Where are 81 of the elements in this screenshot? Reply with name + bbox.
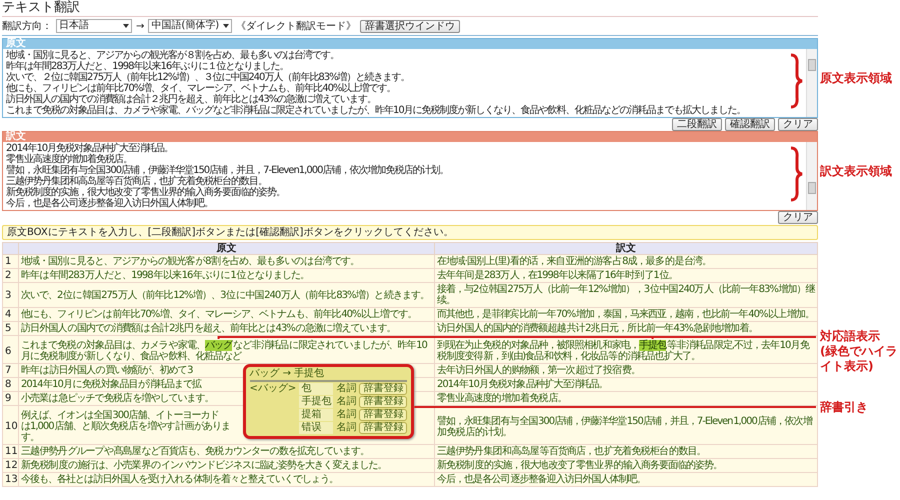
panel-header: 原文 — [3, 39, 817, 49]
cell-text: 去年 年间 是 283万 人，在1998年 以来 隔了16年 时 到 了1 位。 — [437, 270, 678, 281]
toolbar-button[interactable]: クリア — [778, 118, 818, 131]
callout-label: (緑色でハイライト表示) — [820, 344, 898, 374]
term-label: <バッグ> — [250, 383, 296, 394]
cell-text: 今后，也是 各公司 逐步整备迎入访日外国人体制吧。 — [437, 474, 646, 485]
curly-brace — [789, 146, 803, 202]
cell-text: 访日 外国人 的 国内的消费额 超越 共计 2兆 日元，所 比前一年 43% 急剧地 增加 着。 — [437, 323, 758, 334]
info-message: 原文BOXにテキストを入力し、[二段翻訳]ボタンまたは[確認翻訳]ボタンをクリックしてください。 — [2, 225, 818, 240]
row-number: 4 — [2, 308, 18, 322]
cell-text: 三越 伊勢丹 グループ や 髙島屋 など 百貨店も、免税 カウンター の 数を拡充しています。 — [21, 446, 370, 457]
direction-label: 翻訳方向： — [2, 20, 52, 33]
row-number: 13 — [2, 472, 18, 486]
scrollbar[interactable] — [806, 49, 817, 117]
toolbar-button[interactable]: 確認翻訳 — [725, 118, 775, 131]
callout-label: 訳文表示領域 — [820, 163, 893, 179]
row-number: 7 — [2, 364, 18, 378]
row-number: 12 — [2, 458, 18, 472]
source-text-area[interactable]: 地域・国別に見ると、アジアからの観光客が８割を占め、最も多いのは台湾です。 昨年は年間283万人だと、1998年以来16年ぶりに１位となりました。 次いで、２位に韓国275万人（前年比12%増）、３位に中国240万人（前年比83%増）と続きます。 他にも、フィリピンは前年比70%増、タイ、マレーシア、ベトナムも、前年比40%以上増です。 訪日外国人の国内での消費額は合計２兆円を超え、前年比とは43%の急激に増えています。 これまで免税の対象品目は、カメラや家電、バッグなど非消耗品に限定されていましたが、昨年10月に免税制度が新しくなり、食品や飲料、化粧品などの消耗品までも拡大しました。 — [3, 49, 817, 117]
cell-text: 零售业 高速度的 增加 着 免税 店。 — [437, 393, 566, 404]
cell-text: 去年 访日 外国人 的 购物额，第一次 超过了 投宿 费。 — [437, 365, 640, 376]
cell-text: 新免 税制 度 的 实施，很大地 改变了 零售业 界 的 输入商务要面临的姿势。 — [437, 460, 722, 471]
cell-text: 三越 伊势丹 集团 和 高岛屋 等 百货商店，也 扩充着 免税 柜台 的 数目。 — [437, 446, 706, 457]
cell-text: 昨年 は 訪日 外国人 の 買い物額が、初めて 3 — [21, 365, 192, 376]
mode-label: 《ダイレクト翻訳モード》 — [236, 20, 356, 33]
clear-button[interactable]: クリア — [778, 211, 818, 224]
dictionary-select-button[interactable]: 辞書選択ウインドウ — [360, 20, 460, 32]
row-number: 8 — [2, 378, 18, 392]
cell-text: 接着，与2 位 韩国 275万 人（比前一年 12% 增加），3 位 中国 240万 人（比前一年 83% 增加）继续。 — [437, 284, 815, 306]
register-button[interactable]: 辞書登録 — [359, 422, 408, 434]
caret-icon — [123, 24, 129, 28]
register-button[interactable]: 辞書登録 — [359, 409, 408, 421]
row-number: 2 — [2, 268, 18, 282]
register-button[interactable]: 辞書登録 — [359, 383, 408, 395]
row-number: 6 — [2, 336, 18, 364]
cell-text: は1,000 店舗、と 順次 免税 店 を 増やす 計画 があります。 — [21, 421, 232, 443]
register-button[interactable]: 辞書登録 — [359, 396, 408, 408]
page-title: テキスト翻訳 — [2, 0, 80, 15]
row-number: 11 — [2, 444, 18, 458]
candidate-word[interactable]: 提箱 — [299, 409, 334, 421]
cell-text: 譬如，永旺集团 有与 全国 300店铺，伊藤洋华堂 150店铺，并且，7-Eleven 1,000 店铺，依次 增加 免税 店 的 计划。 — [437, 416, 814, 438]
source-language-dropdown[interactable]: 日本語 — [56, 19, 132, 33]
panel-header: 訳文 — [3, 132, 817, 142]
cell-text: 今後も、各社とは 訪日外国人を受け入れる 体制 を着々と整えていくでしょう。 — [21, 474, 338, 485]
cell-text: 新免 税制 度 の 施行は、小売業 界 の インバウンドビジネスに臨む姿勢を大きく 変えました。 — [21, 460, 386, 471]
popup-title: バッグ → 手提包 — [250, 368, 326, 378]
target-language-dropdown[interactable]: 中国語(簡体字) — [148, 19, 232, 33]
cell-text: 地域・国別 に 見ると、アジア からの 観光客 が 8 割 を占め、最も 多い の は 台湾 です。 — [21, 256, 360, 267]
part-of-speech: 名詞 — [336, 409, 356, 421]
column-header: 原文 — [18, 242, 434, 254]
row-number: 5 — [2, 322, 18, 336]
row-number: 10 — [2, 406, 18, 444]
candidate-word[interactable]: 错误 — [299, 422, 334, 434]
part-of-speech: 名詞 — [336, 383, 356, 395]
cell-text: 訪日 外国人 の 国内での消費額 は 合計 2兆 円 を超え、前年比とは 43% の 急激に 増えています。 — [21, 323, 396, 334]
callout-label: 原文表示領域 — [820, 70, 893, 86]
cell-text: 2014 年10月 免税 对象 品种 扩大至消耗品。 — [437, 379, 608, 390]
curly-brace — [789, 53, 803, 109]
candidate-word[interactable]: 手提包 — [299, 396, 334, 408]
cell-text: 小売業 は 急ピッチで 免税 店 を増やしています。 — [21, 393, 214, 404]
cell-text: 在 地域·国别 上(里) 看 的话，来自 亚洲 的 游客 占 8成，最 多 的 是 台湾。 — [437, 256, 712, 267]
row-number: 1 — [2, 254, 18, 268]
candidate-word[interactable]: 包 — [299, 383, 334, 395]
cell-text: 昨年 は 年間 283 万 人 だと、1998 年 以来 16 年 ぶりに 1 位 となりました。 — [21, 270, 310, 281]
row-number: 3 — [2, 282, 18, 308]
part-of-speech: 名詞 — [336, 422, 356, 434]
scrollbar[interactable] — [806, 142, 817, 210]
caret-icon — [223, 24, 230, 28]
callout-label: 辞書引き — [820, 399, 869, 415]
toolbar-button[interactable]: 二段翻訳 — [672, 118, 722, 131]
column-header: 訳文 — [434, 242, 818, 254]
cell-text: 例えば、イオンは 全国 300店舗、イトーヨーカド — [21, 410, 218, 421]
cell-text: 2014 年10月 に 免税 対象 品目 が消耗品まで拡 — [21, 379, 202, 390]
arrow-text: → — [136, 20, 144, 32]
row-number: 9 — [2, 392, 18, 406]
part-of-speech: 名詞 — [336, 396, 356, 408]
cell-text: 他にも、フィリピン は 前年比 70% 増、タイ、マレーシア、ベトナム も、前年比 40% 以上 増 です。 — [21, 309, 417, 320]
cell-text: 而其他也，是 菲律宾 比前一年 70% 增加，泰国，马来西亚，越南，也 比前一年 40% 以上 增加。 — [437, 309, 814, 320]
target-text-area[interactable]: 2014年10月免税对象品种扩大至消耗品。 零售业高速度的增加着免税店。 譬如，永旺集团有与全国300店铺，伊藤洋华堂150店铺，并且，7-Eleven1,000店铺，依次增加免税店的计划。 三越伊势丹集团和高岛屋等百货商店，也扩充着免税柜台的数目。 新免税制度的实施，很大地改变了零售业界的输入商务要面临的姿势。 今后，也是各公司逐步整备迎入访日外国人体制吧。 — [3, 142, 817, 210]
cell-text: 次いで、2 位 に 韓国 275 万 人（前年比 12% 増）、3 位 に 中国 240 万 人（前年比 83% 増）と 続きます。 — [21, 290, 429, 300]
callout-label: 対応語表示 — [820, 329, 881, 344]
